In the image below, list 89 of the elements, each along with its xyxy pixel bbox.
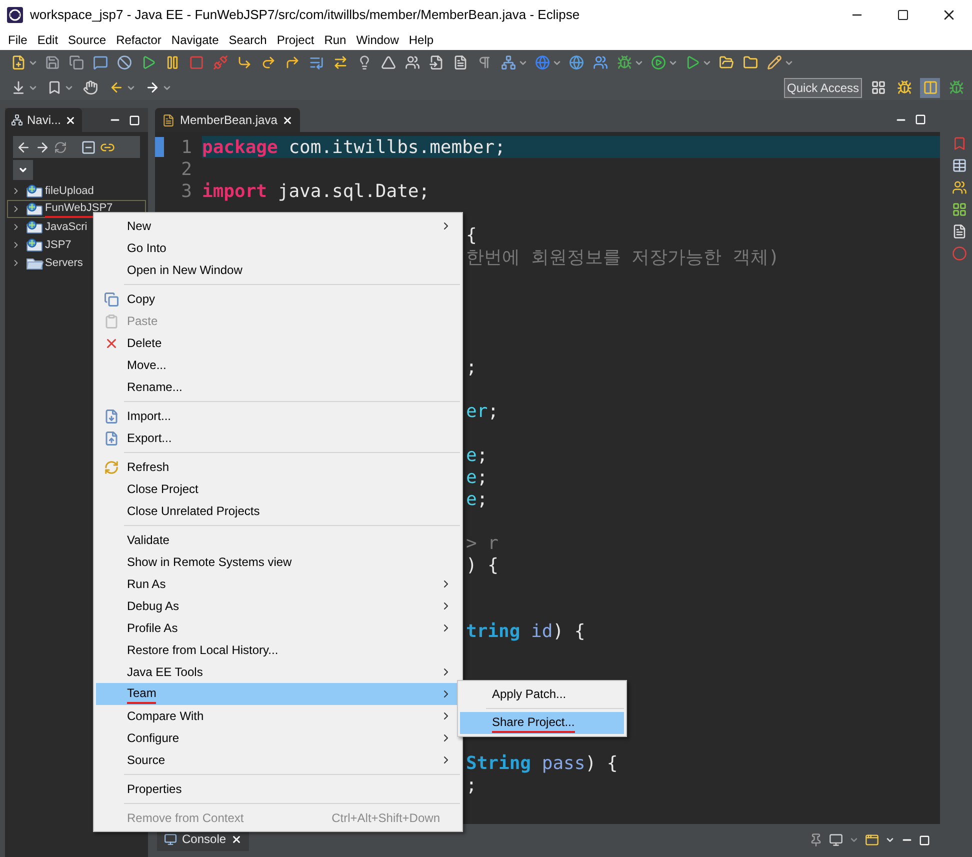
caret-icon (18, 165, 28, 175)
menu-item-label: Share Project... (492, 713, 575, 733)
menu-item-label: New (127, 218, 152, 235)
dropdown-caret-icon[interactable] (885, 835, 895, 845)
quick-access-field[interactable]: Quick Access (784, 78, 862, 98)
export-icon (104, 430, 119, 446)
back-icon[interactable] (16, 140, 31, 154)
code-comment: 한번에 회원정보를 저장가능한 객체) (466, 246, 780, 270)
code-token: import (202, 180, 268, 204)
close-icon[interactable] (65, 114, 76, 126)
code-token: String (466, 752, 532, 776)
document-icon[interactable] (952, 224, 967, 239)
tree-item-label: Servers (45, 256, 83, 271)
folder-icon (26, 256, 44, 270)
menu-item[interactable]: Help (404, 31, 439, 49)
menu-item[interactable]: Window (351, 31, 404, 49)
code-token: e (466, 488, 477, 512)
app-logo-icon (6, 6, 24, 24)
clipboard-icon (104, 314, 119, 328)
code-token: package (202, 136, 278, 160)
shortcut-label: Ctrl+Alt+Shift+Down (332, 810, 440, 827)
menu-item[interactable]: Project (272, 31, 320, 49)
table-icon[interactable] (952, 158, 967, 173)
menu-item[interactable]: Apply Patch... (460, 683, 624, 705)
menu-item-label: Apply Patch... (492, 686, 566, 703)
menu-item[interactable]: Share Project... (460, 712, 624, 734)
menu-item[interactable]: File (3, 31, 32, 49)
import-icon (104, 408, 119, 424)
code-token: e (466, 444, 477, 468)
code-token: ) { (466, 554, 499, 578)
display-icon[interactable] (829, 833, 843, 847)
close-icon[interactable] (231, 834, 242, 844)
code-token: ; (476, 488, 488, 512)
tree-item-label: fileUpload (45, 184, 94, 199)
menu-item[interactable]: Navigate (166, 31, 224, 49)
menu-item[interactable]: Refactor (111, 31, 166, 49)
people-icon[interactable] (952, 180, 967, 195)
line-number: 3 (181, 180, 193, 204)
menu-item[interactable]: Source (63, 31, 112, 49)
project-icon (26, 184, 44, 198)
tree-icon (11, 114, 23, 126)
code-token: java.sql.Date; (276, 180, 430, 204)
code-token: { (466, 224, 477, 248)
code-token: id (530, 620, 553, 644)
menu-item[interactable]: Edit (32, 31, 64, 49)
console-icon (164, 832, 177, 846)
window-title: workspace_jsp7 - Java EE - FunWebJSP7/src/com/itwillbs/member/MemberBean.java - Eclipse (30, 6, 580, 24)
collapse-all-icon[interactable] (81, 140, 96, 154)
tree-item-label: JavaScri (45, 220, 88, 235)
forward-icon[interactable] (35, 140, 50, 154)
tree-item-label: JSP7 (45, 238, 72, 253)
maximize-icon[interactable] (129, 114, 140, 126)
menu-item[interactable]: Search (224, 31, 272, 49)
code-comment: > r (466, 532, 499, 556)
code-token: ; (476, 466, 488, 490)
code-token: pass (540, 752, 586, 776)
project-icon (26, 202, 44, 216)
copy-icon (104, 292, 119, 306)
menu-item-label: Team (127, 684, 156, 704)
tree-item[interactable]: fileUpload (7, 182, 146, 200)
project-icon (26, 220, 44, 234)
code-token: com.itwillbs.member; (288, 136, 506, 160)
close-icon[interactable] (282, 114, 294, 126)
code-token: ; (466, 356, 477, 380)
grid-icon[interactable] (952, 202, 967, 217)
menu-item[interactable]: Run (319, 31, 352, 49)
line-number: 2 (181, 158, 193, 182)
code-token: er (466, 400, 488, 424)
code-token: ) { (585, 752, 618, 776)
project-icon (26, 238, 44, 252)
code-token: ; (476, 444, 488, 468)
menu-item-label: Copy (127, 291, 156, 308)
refresh-icon (104, 460, 119, 474)
code-token: tring (466, 620, 520, 644)
code-token: ) { (552, 620, 586, 644)
java-file-icon (162, 114, 175, 126)
menu-item-label: Paste (127, 313, 158, 330)
pin-icon[interactable] (809, 833, 823, 847)
navigator-tab[interactable]: Navi... (5, 108, 82, 132)
code-token: ; (466, 774, 477, 798)
line-number: 1 (181, 136, 193, 160)
code-token: ; (488, 400, 499, 424)
menu-item[interactable]: Team (96, 683, 460, 705)
new-console-icon[interactable] (865, 833, 879, 847)
maximize-icon[interactable] (919, 834, 930, 846)
code-token: e (466, 466, 477, 490)
refresh-icon[interactable] (54, 140, 67, 154)
view-menu-button[interactable] (13, 160, 33, 180)
editor-tab[interactable]: MemberBean.java (155, 108, 300, 132)
